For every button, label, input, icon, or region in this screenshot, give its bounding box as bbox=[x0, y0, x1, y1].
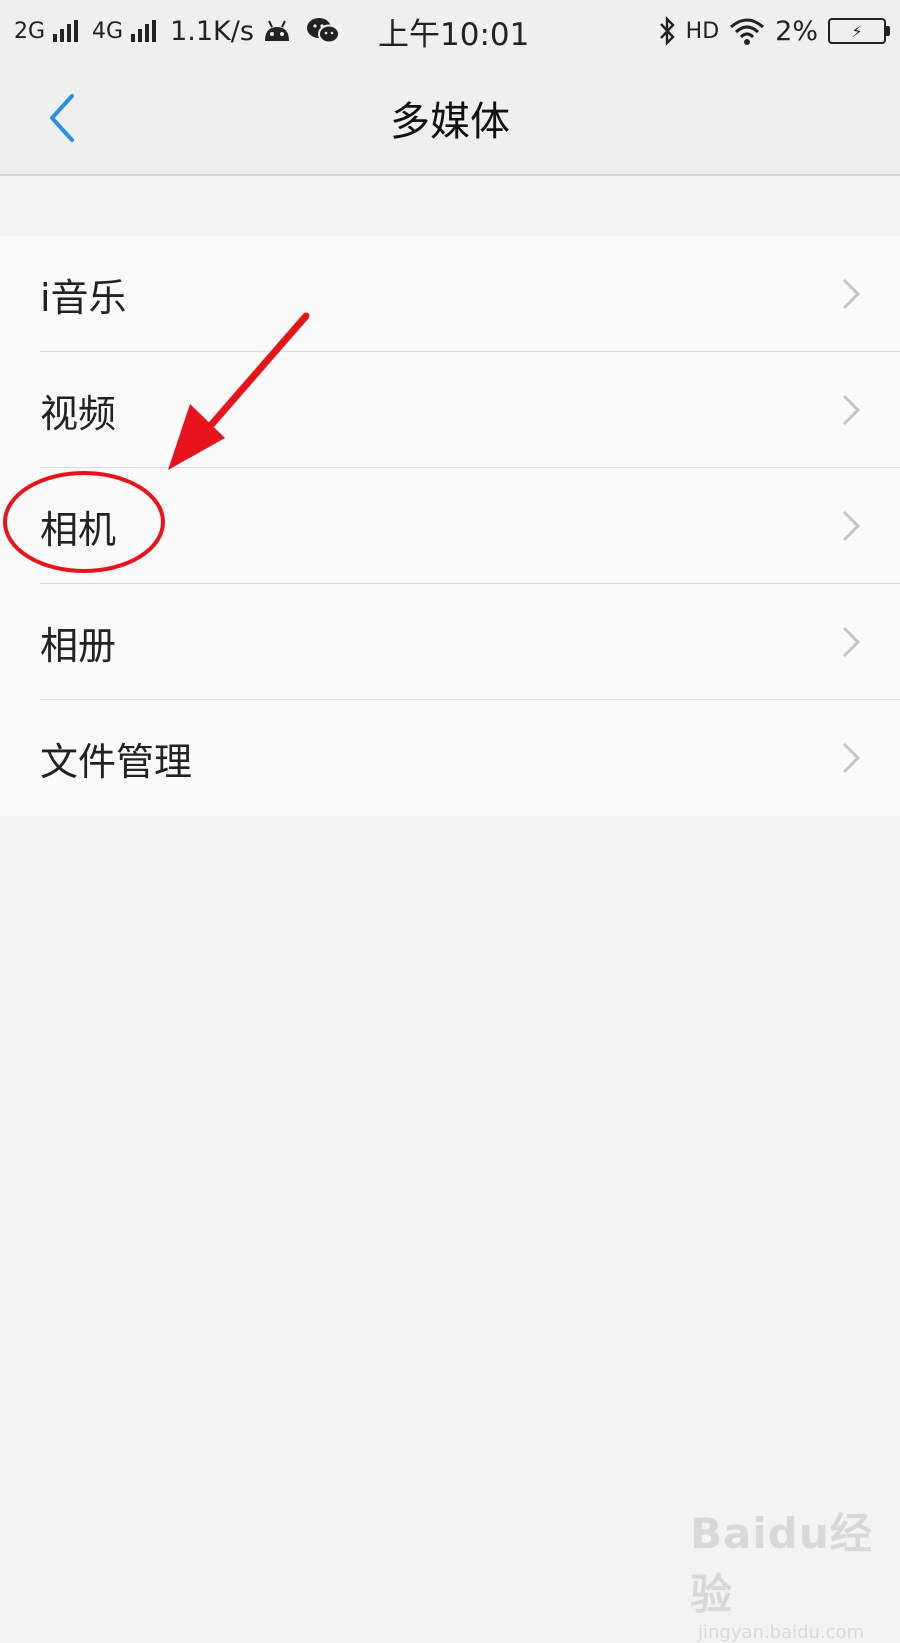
chevron-right-icon bbox=[842, 278, 861, 310]
list-item-camera[interactable]: 相机 bbox=[0, 468, 900, 584]
status-right: HD 2% ⚡ bbox=[658, 0, 890, 62]
chevron-right-icon bbox=[842, 742, 861, 774]
signal-icon bbox=[53, 20, 79, 42]
battery-percent: 2% bbox=[775, 15, 818, 47]
chevron-left-icon bbox=[50, 94, 74, 142]
network-speed: 1.1K/s bbox=[170, 15, 254, 47]
list-item-label: 相机 bbox=[40, 507, 117, 552]
chevron-right-icon bbox=[842, 510, 861, 542]
status-bar: 2G 4G 1.1K/s 上午10:01 HD 2% ⚡ bbox=[0, 0, 900, 62]
list-item-music[interactable]: i音乐 bbox=[0, 236, 900, 352]
page-title: 多媒体 bbox=[390, 99, 510, 145]
list-item-label: i音乐 bbox=[40, 275, 127, 320]
chevron-right-icon bbox=[842, 626, 861, 658]
battery-icon: ⚡ bbox=[828, 18, 890, 44]
watermark-brand: Baidu经验 bbox=[690, 1509, 873, 1619]
clock: 上午10:01 bbox=[378, 16, 530, 53]
list-item-gallery[interactable]: 相册 bbox=[0, 584, 900, 700]
wifi-icon bbox=[730, 18, 765, 45]
list-item-label: 视频 bbox=[40, 391, 117, 436]
title-bar: 多媒体 bbox=[0, 62, 900, 176]
back-button[interactable] bbox=[40, 90, 84, 146]
list-item-label: 文件管理 bbox=[40, 739, 193, 784]
list-item-video[interactable]: 视频 bbox=[0, 352, 900, 468]
list-item-file-manager[interactable]: 文件管理 bbox=[0, 700, 900, 816]
network-type-2: 4G bbox=[92, 18, 124, 44]
bluetooth-icon bbox=[659, 16, 675, 46]
android-icon bbox=[264, 20, 289, 41]
hd-indicator: HD bbox=[685, 18, 720, 44]
network-type-1: 2G bbox=[14, 18, 46, 44]
status-left: 2G 4G 1.1K/s bbox=[14, 0, 340, 62]
watermark-url: jingyan.baidu.com bbox=[698, 1622, 865, 1643]
list-item-label: 相册 bbox=[40, 623, 117, 668]
watermark: Baidu经验 jingyan.baidu.com bbox=[690, 1500, 900, 1643]
wechat-icon bbox=[306, 18, 340, 44]
chevron-right-icon bbox=[842, 394, 861, 426]
signal-icon bbox=[131, 20, 157, 42]
settings-list: i音乐 视频 相机 相册 文件管理 bbox=[0, 236, 900, 816]
